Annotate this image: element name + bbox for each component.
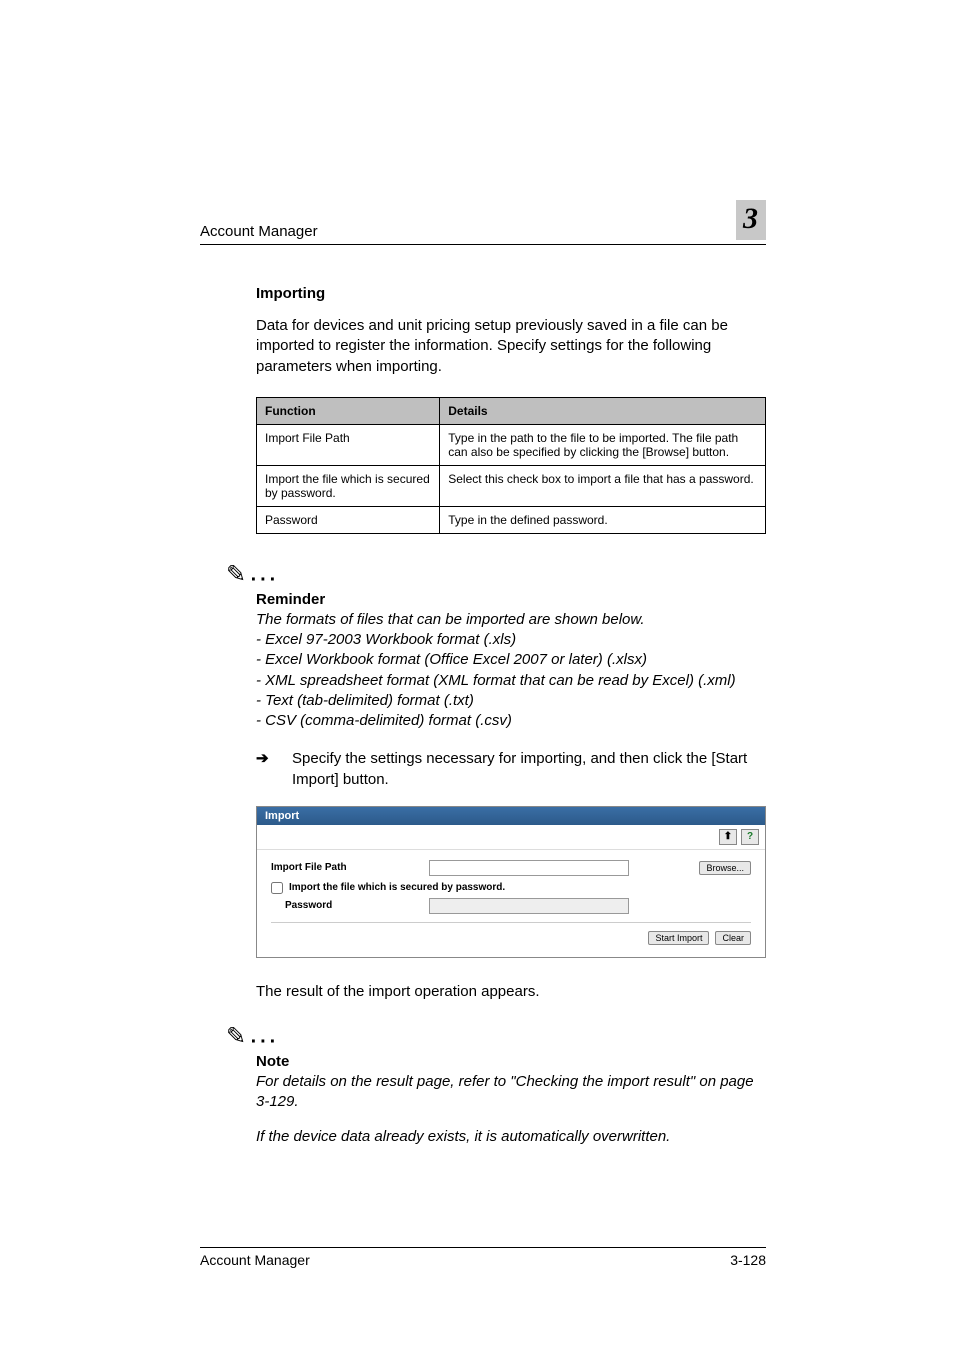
table-cell: Import the file which is secured by pass… [257,465,440,506]
step-item: ➔ Specify the settings necessary for imp… [256,749,766,790]
reminder-line: - CSV (comma-delimited) format (.csv) [256,711,766,731]
note-paragraph: For details on the result page, refer to… [256,1072,766,1113]
note-block: ✎ ... Note For details on the result pag… [256,1022,766,1147]
header-section: Account Manager [200,223,318,240]
dialog-toolbar: ⬆ ? [257,825,765,850]
reminder-line: The formats of files that can be importe… [256,610,766,630]
table-cell: Password [257,506,440,533]
password-input[interactable] [429,898,629,914]
password-check-label: Import the file which is secured by pass… [289,882,505,893]
note-paragraph: If the device data already exists, it is… [256,1127,766,1147]
browse-button[interactable]: Browse... [699,861,751,875]
password-checkbox[interactable] [271,882,283,894]
reminder-line: - Text (tab-delimited) format (.txt) [256,691,766,711]
reminder-line: - XML spreadsheet format (XML format tha… [256,671,766,691]
section-intro: Data for devices and unit pricing setup … [256,316,766,377]
reminder-title: Reminder [256,591,766,608]
table-cell: Type in the defined password. [440,506,766,533]
dialog-titlebar: Import [257,807,765,825]
section-title: Importing [256,285,766,302]
step-text: Specify the settings necessary for impor… [292,749,766,790]
post-step-text: The result of the import operation appea… [256,982,766,1002]
table-head-function: Function [257,397,440,424]
clear-button[interactable]: Clear [715,931,751,945]
help-icon[interactable]: ? [741,829,759,845]
note-dots: ... [251,1026,280,1048]
parameters-table: Function Details Import File Path Type i… [256,397,766,534]
import-path-label: Import File Path [271,862,421,873]
reminder-line: - Excel Workbook format (Office Excel 20… [256,650,766,670]
arrow-icon: ➔ [256,749,292,790]
import-dialog: Import ⬆ ? Import File Path Browse... Im… [256,806,766,958]
start-import-button[interactable]: Start Import [648,931,709,945]
note-title: Note [256,1053,766,1070]
page-footer: Account Manager 3-128 [200,1247,766,1268]
chapter-number: 3 [743,202,758,235]
up-icon[interactable]: ⬆ [719,829,737,845]
password-label: Password [285,900,421,911]
reminder-line: - Excel 97-2003 Workbook format (.xls) [256,630,766,650]
footer-right: 3-128 [730,1252,766,1268]
running-header: Account Manager 3 [200,200,766,245]
reminder-block: ✎ ... Reminder The formats of files that… [256,560,766,732]
chapter-number-box: 3 [735,200,766,240]
reminder-body: The formats of files that can be importe… [256,610,766,732]
table-head-details: Details [440,397,766,424]
note-body: For details on the result page, refer to… [256,1072,766,1147]
table-row: Password Type in the defined password. [257,506,766,533]
note-dots: ... [251,563,280,585]
note-icon: ✎ [226,560,246,589]
footer-left: Account Manager [200,1252,310,1268]
table-row: Import the file which is secured by pass… [257,465,766,506]
table-cell: Import File Path [257,424,440,465]
table-row: Import File Path Type in the path to the… [257,424,766,465]
import-path-input[interactable] [429,860,629,876]
table-cell: Select this check box to import a file t… [440,465,766,506]
note-icon: ✎ [226,1022,246,1051]
table-cell: Type in the path to the file to be impor… [440,424,766,465]
